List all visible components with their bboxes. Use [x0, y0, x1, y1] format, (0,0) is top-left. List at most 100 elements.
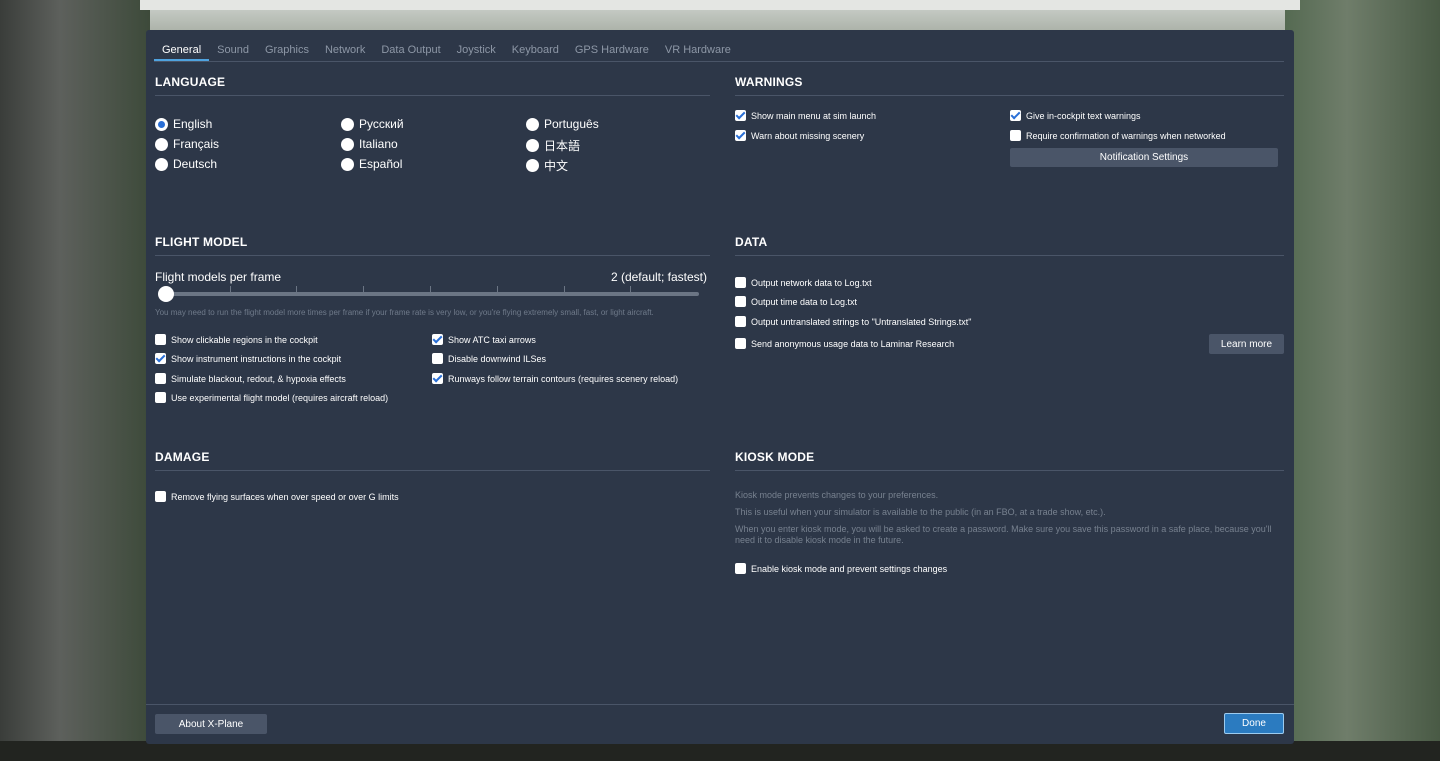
option-clickable-regions[interactable]: Show clickable regions in the cockpit — [155, 334, 318, 345]
footer-divider — [146, 704, 1294, 705]
checkbox-label: Require confirmation of warnings when ne… — [1026, 130, 1226, 141]
slider-tick — [564, 286, 565, 294]
radio-icon — [341, 157, 354, 171]
checkbox-label: Show ATC taxi arrows — [448, 334, 536, 345]
checkbox-icon — [155, 334, 166, 345]
checkbox-label: Simulate blackout, redout, & hypoxia eff… — [171, 373, 346, 384]
checkbox-checked-icon — [432, 334, 443, 345]
flight-model-divider — [155, 255, 710, 256]
checkbox-checked-icon — [735, 110, 746, 121]
checkbox-label: Show main menu at sim launch — [751, 110, 877, 121]
language-option-spanish[interactable]: Español — [341, 157, 402, 171]
flight-models-per-frame-value: 2 (default; fastest) — [610, 270, 707, 284]
warning-show-main-menu[interactable]: Show main menu at sim launch — [735, 110, 876, 121]
checkbox-checked-icon — [155, 353, 166, 364]
checkbox-label: Give in-cockpit text warnings — [1026, 110, 1141, 121]
damage-divider — [155, 470, 710, 471]
cockpit-left-frame — [0, 0, 150, 761]
warnings-section-title: WARNINGS — [735, 75, 803, 89]
language-label: Português — [544, 117, 599, 131]
radio-icon — [526, 139, 539, 152]
kiosk-section-title: KIOSK MODE — [735, 450, 815, 464]
done-button[interactable]: Done — [1224, 713, 1284, 734]
language-option-french[interactable]: Français — [155, 137, 219, 151]
checkbox-label: Show clickable regions in the cockpit — [171, 334, 318, 345]
checkbox-checked-icon — [1010, 110, 1021, 121]
flight-models-per-frame-label: Flight models per frame — [155, 270, 282, 284]
checkbox-checked-icon — [735, 130, 746, 141]
tab-network[interactable]: Network — [317, 42, 373, 61]
option-remove-flying-surfaces[interactable]: Remove flying surfaces when over speed o… — [155, 491, 399, 502]
slider-tick — [230, 286, 231, 294]
language-option-italian[interactable]: Italiano — [341, 137, 398, 151]
tab-keyboard[interactable]: Keyboard — [504, 42, 567, 61]
tab-vr-hardware[interactable]: VR Hardware — [657, 42, 739, 61]
language-label: 日本語 — [544, 139, 581, 153]
warning-missing-scenery[interactable]: Warn about missing scenery — [735, 130, 864, 141]
flight-models-slider-thumb[interactable] — [158, 286, 174, 302]
language-divider — [155, 95, 710, 96]
language-option-portuguese[interactable]: Português — [526, 117, 599, 131]
data-send-usage-data[interactable]: Send anonymous usage data to Laminar Res… — [735, 338, 954, 349]
option-atc-taxi-arrows[interactable]: Show ATC taxi arrows — [432, 334, 536, 345]
checkbox-label: Send anonymous usage data to Laminar Res… — [751, 338, 955, 349]
option-instrument-instructions[interactable]: Show instrument instructions in the cock… — [155, 353, 341, 364]
language-label: Deutsch — [173, 157, 218, 171]
language-option-chinese[interactable]: 中文 — [526, 157, 568, 174]
checkbox-icon — [735, 563, 746, 574]
option-blackout-effects[interactable]: Simulate blackout, redout, & hypoxia eff… — [155, 373, 346, 384]
language-option-russian[interactable]: Русский — [341, 117, 404, 131]
warnings-divider — [735, 95, 1284, 96]
slider-tick — [430, 286, 431, 294]
option-experimental-flight-model[interactable]: Use experimental flight model (requires … — [155, 392, 388, 403]
warning-require-confirmation[interactable]: Require confirmation of warnings when ne… — [1010, 130, 1226, 141]
tab-general[interactable]: General — [154, 42, 210, 61]
checkbox-label: Output untranslated strings to "Untransl… — [751, 316, 972, 327]
tab-gps-hardware[interactable]: GPS Hardware — [567, 42, 657, 61]
option-runways-follow-terrain[interactable]: Runways follow terrain contours (require… — [432, 373, 678, 384]
data-divider — [735, 255, 1284, 256]
tab-joystick[interactable]: Joystick — [449, 42, 504, 61]
language-option-german[interactable]: Deutsch — [155, 157, 217, 171]
radio-icon — [526, 117, 539, 131]
option-disable-downwind-ils[interactable]: Disable downwind ILSes — [432, 353, 546, 364]
checkbox-icon — [735, 338, 746, 349]
notification-settings-button[interactable]: Notification Settings — [1010, 148, 1278, 167]
checkbox-label: Use experimental flight model (requires … — [171, 392, 389, 403]
about-x-plane-button[interactable]: About X-Plane — [155, 714, 267, 734]
language-label: English — [173, 117, 213, 131]
checkbox-label: Show instrument instructions in the cock… — [171, 353, 342, 364]
tab-graphics[interactable]: Graphics — [257, 42, 317, 61]
data-output-network-log[interactable]: Output network data to Log.txt — [735, 277, 872, 288]
radio-icon — [526, 159, 539, 172]
data-output-time-log[interactable]: Output time data to Log.txt — [735, 296, 857, 307]
radio-selected-icon — [155, 117, 168, 131]
settings-tabs: General Sound Graphics Network Data Outp… — [154, 42, 1284, 62]
language-option-japanese[interactable]: 日本語 — [526, 137, 580, 154]
learn-more-button[interactable]: Learn more — [1209, 334, 1284, 354]
damage-section-title: DAMAGE — [155, 450, 210, 464]
checkbox-icon — [735, 277, 746, 288]
data-output-untranslated-strings[interactable]: Output untranslated strings to "Untransl… — [735, 316, 972, 327]
flight-models-slider-track[interactable] — [159, 292, 699, 296]
radio-icon — [155, 157, 168, 171]
kiosk-description-3: When you enter kiosk mode, you will be a… — [735, 524, 1272, 545]
flight-model-section-title: FLIGHT MODEL — [155, 235, 248, 249]
language-label: 中文 — [544, 159, 569, 173]
cockpit-bottom-frame — [0, 741, 1440, 761]
language-label: Français — [173, 137, 220, 151]
kiosk-enable-checkbox[interactable]: Enable kiosk mode and prevent settings c… — [735, 563, 947, 574]
checkbox-checked-icon — [432, 373, 443, 384]
radio-icon — [155, 137, 168, 151]
data-section-title: DATA — [735, 235, 768, 249]
kiosk-description-1: Kiosk mode prevents changes to your pref… — [735, 490, 939, 500]
tab-data-output[interactable]: Data Output — [373, 42, 448, 61]
tab-sound[interactable]: Sound — [209, 42, 257, 61]
language-label: Русский — [359, 117, 404, 131]
language-option-english[interactable]: English — [155, 117, 212, 131]
slider-tick — [296, 286, 297, 294]
checkbox-icon — [155, 392, 166, 403]
slider-tick — [630, 286, 631, 294]
settings-dialog: General Sound Graphics Network Data Outp… — [146, 30, 1294, 744]
warning-in-cockpit-text[interactable]: Give in-cockpit text warnings — [1010, 110, 1141, 121]
